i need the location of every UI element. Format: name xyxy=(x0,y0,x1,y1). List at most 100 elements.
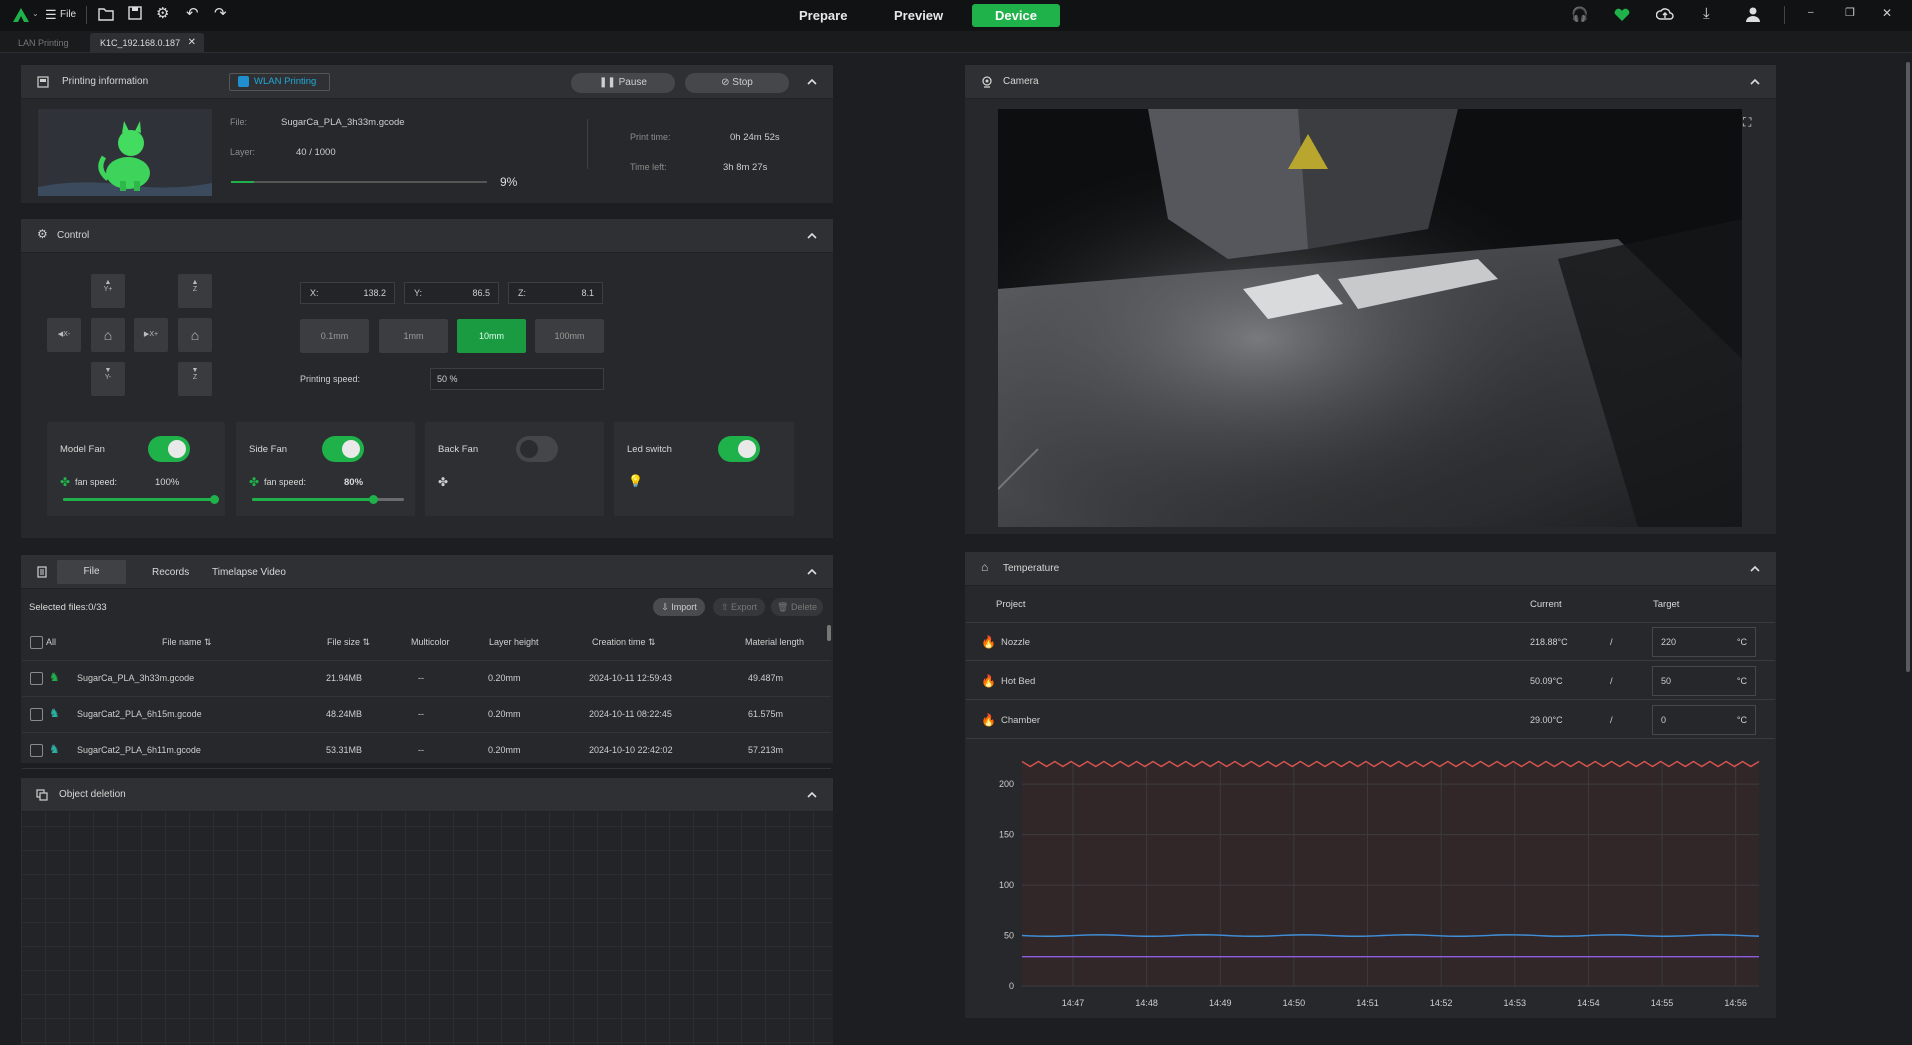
slider-thumb[interactable] xyxy=(368,495,378,504)
col-file-name[interactable]: File name ⇅ xyxy=(162,637,212,648)
collapse-chevron-icon[interactable] xyxy=(1750,77,1760,87)
model-fan-toggle[interactable] xyxy=(148,436,190,462)
material-length: 57.213m xyxy=(748,745,784,755)
home-z-button[interactable]: ⌂ xyxy=(178,318,212,352)
hot-bed-target-input[interactable]: 50 °C xyxy=(1652,666,1756,696)
delete-button[interactable]: 🗑 Delete xyxy=(771,598,823,616)
panel-title: Temperature xyxy=(1003,563,1060,574)
step-0-1mm-button[interactable]: 0.1mm xyxy=(300,319,369,353)
tab-prepare[interactable]: Prepare xyxy=(799,8,847,23)
slider-thumb[interactable] xyxy=(210,495,219,504)
y-label: Y: xyxy=(414,288,423,298)
model-fan-card: Model Fan ✤ fan speed: 100% xyxy=(47,422,225,516)
tab-file[interactable]: File xyxy=(57,560,126,584)
open-folder-icon[interactable] xyxy=(98,7,114,21)
tab-lan-printing[interactable]: LAN Printing xyxy=(8,33,79,53)
print-progress-fill xyxy=(231,181,255,183)
user-avatar-icon[interactable] xyxy=(1746,7,1760,22)
back-fan-toggle[interactable] xyxy=(516,436,558,462)
led-toggle[interactable] xyxy=(718,436,760,462)
jog-x-minus-button[interactable]: ◀X- xyxy=(47,318,81,352)
file-menu[interactable]: File xyxy=(60,9,76,20)
tab-preview[interactable]: Preview xyxy=(894,8,943,23)
tab-timelapse-video[interactable]: Timelapse Video xyxy=(212,567,286,578)
undo-icon[interactable]: ↶ xyxy=(186,4,199,22)
row-checkbox[interactable] xyxy=(30,708,43,721)
title-bar: ⌄ ☰ File ⚙ ↶ ↷ Prepare Preview Device 🎧 … xyxy=(0,0,1912,31)
x-coordinate-field[interactable]: X: 138.2 xyxy=(300,282,395,304)
home-xy-button[interactable]: ⌂ xyxy=(91,318,125,352)
y-coordinate-field[interactable]: Y: 86.5 xyxy=(404,282,499,304)
fan-speed-value: 80% xyxy=(344,477,364,488)
jog-label: Z xyxy=(192,286,198,293)
table-row[interactable]: ♞ SugarCat2_PLA_6h11m.gcode 53.31MB -- 0… xyxy=(22,733,831,769)
menu-icon[interactable]: ☰ xyxy=(45,7,57,23)
back-fan-card: Back Fan ✤ xyxy=(425,422,604,516)
temperature-chart: 0 50 100 150 200 14:47 14:48 14:49 14:50 14:51 14:… xyxy=(999,760,1760,1008)
collapse-chevron-icon[interactable] xyxy=(807,567,817,577)
jog-label: Y- xyxy=(104,374,112,381)
page-scrollbar-thumb[interactable] xyxy=(1906,62,1910,672)
model-fan-slider[interactable] xyxy=(63,495,219,504)
heart-icon[interactable] xyxy=(1614,8,1630,22)
app-logo[interactable] xyxy=(12,7,30,23)
download-icon[interactable]: ⤓ xyxy=(1703,5,1710,22)
import-button[interactable]: ⇩ Import xyxy=(653,598,705,616)
close-window-icon[interactable]: ✕ xyxy=(1882,6,1892,20)
col-file-size[interactable]: File size ⇅ xyxy=(327,637,370,648)
tab-records[interactable]: Records xyxy=(152,567,189,578)
collapse-chevron-icon[interactable] xyxy=(807,77,817,87)
trash-icon: 🗑 xyxy=(777,602,791,612)
side-fan-slider[interactable] xyxy=(252,495,404,504)
step-10mm-button[interactable]: 10mm xyxy=(457,319,526,353)
tab-device[interactable]: Device xyxy=(972,4,1060,27)
col-current: Current xyxy=(1530,599,1562,610)
table-row[interactable]: ♞ SugarCa_PLA_3h33m.gcode 21.94MB -- 0.2… xyxy=(22,661,831,697)
side-fan-toggle[interactable] xyxy=(322,436,364,462)
step-1mm-button[interactable]: 1mm xyxy=(379,319,448,353)
jog-z-up-button[interactable]: ▲ Z xyxy=(178,274,212,308)
collapse-chevron-icon[interactable] xyxy=(1750,564,1760,574)
logo-chevron-icon[interactable]: ⌄ xyxy=(32,9,39,18)
collapse-chevron-icon[interactable] xyxy=(807,790,817,800)
col-creation-time[interactable]: Creation time ⇅ xyxy=(592,637,656,648)
jog-y-minus-button[interactable]: ▼ Y- xyxy=(91,362,125,396)
select-all-checkbox[interactable] xyxy=(30,636,43,649)
temp-row-nozzle: 🔥 Nozzle 218.88°C / 220 °C xyxy=(966,623,1775,661)
pause-button[interactable]: ❚❚ Pause xyxy=(571,73,675,93)
stop-button[interactable]: ⊘ Stop xyxy=(685,73,789,93)
fullscreen-icon[interactable]: ⛶ xyxy=(1743,115,1751,130)
row-checkbox[interactable] xyxy=(30,672,43,685)
time-left-value: 3h 8m 27s xyxy=(723,162,768,173)
save-icon[interactable] xyxy=(128,6,142,20)
close-tab-icon[interactable]: ✕ xyxy=(188,33,196,53)
headset-icon[interactable]: 🎧 xyxy=(1571,6,1588,23)
settings-gear-icon[interactable]: ⚙ xyxy=(156,4,169,22)
minimize-icon[interactable]: – xyxy=(1808,7,1814,18)
wlan-printing-badge[interactable]: WLAN Printing xyxy=(229,73,330,91)
z-coordinate-field[interactable]: Z: 8.1 xyxy=(508,282,603,304)
document-icon xyxy=(37,566,47,578)
row-checkbox[interactable] xyxy=(30,744,43,757)
redo-icon[interactable]: ↷ xyxy=(214,4,227,22)
progress-percent: 9% xyxy=(500,175,518,189)
creation-time: 2024-10-11 08:22:45 xyxy=(589,709,672,719)
nozzle-area-fill xyxy=(1022,764,1759,986)
jog-x-plus-button[interactable]: ▶X+ xyxy=(134,318,168,352)
table-row[interactable]: ♞ SugarCat2_PLA_6h15m.gcode 48.24MB -- 0… xyxy=(22,697,831,733)
nozzle-target-input[interactable]: 220 °C xyxy=(1652,627,1756,657)
collapse-chevron-icon[interactable] xyxy=(807,231,817,241)
camera-panel: Camera ⛶ xyxy=(965,65,1776,534)
cloud-upload-icon[interactable] xyxy=(1656,6,1674,22)
jog-z-down-button[interactable]: ▼ Z xyxy=(178,362,212,396)
tab-device-k1c[interactable]: K1C_192.168.0.187 ✕ xyxy=(90,33,204,53)
restore-icon[interactable]: ❐ xyxy=(1845,6,1855,19)
export-button[interactable]: ⇧ Export xyxy=(713,598,765,616)
step-100mm-button[interactable]: 100mm xyxy=(535,319,604,353)
scrollbar-thumb[interactable] xyxy=(827,625,831,641)
chamber-target-input[interactable]: 0 °C xyxy=(1652,705,1756,735)
jog-label: Z xyxy=(192,374,198,381)
jog-y-plus-button[interactable]: ▲ Y+ xyxy=(91,274,125,308)
temp-name: Hot Bed xyxy=(1001,676,1036,687)
printing-speed-input[interactable]: 50 % xyxy=(430,368,604,390)
